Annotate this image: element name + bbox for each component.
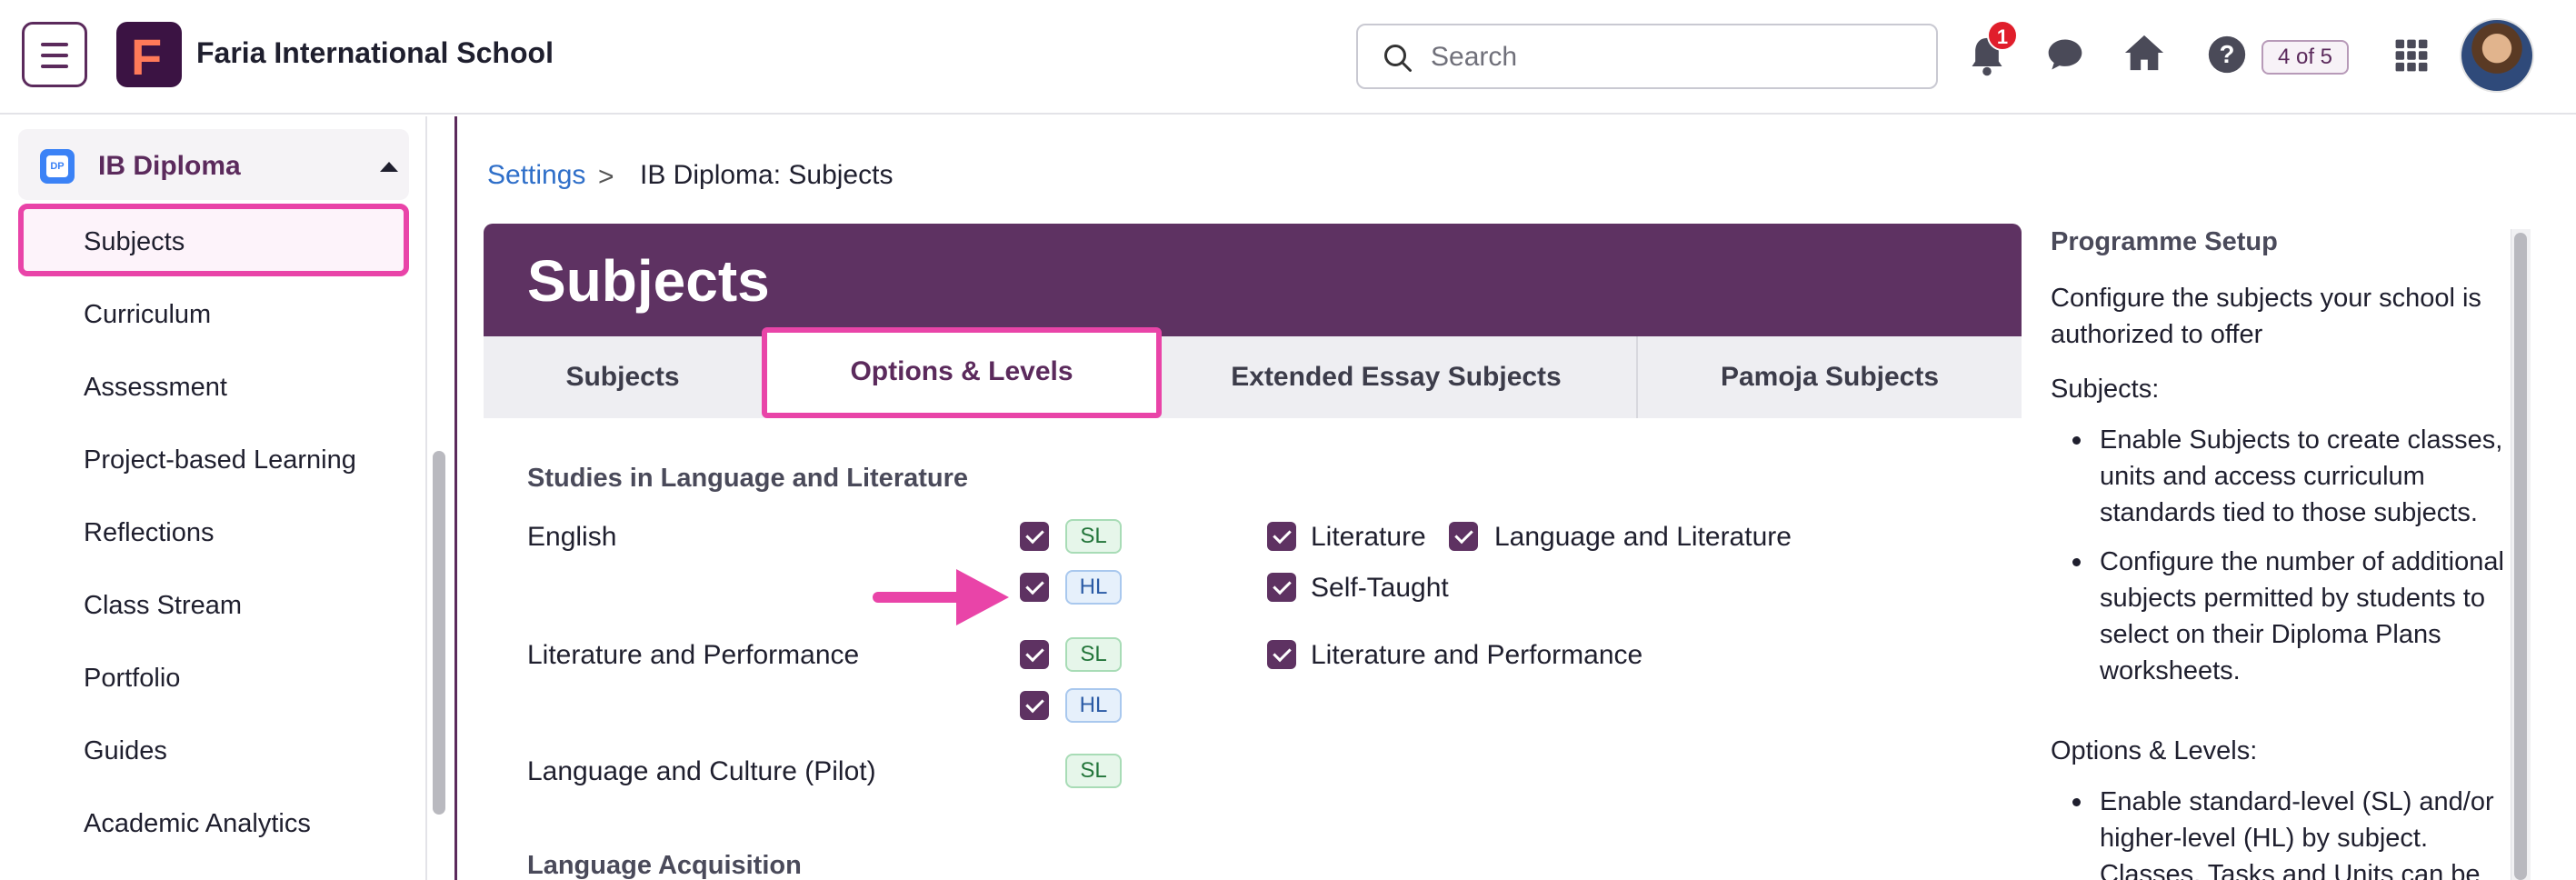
help-bullet: Enable Subjects to create classes, units… — [2072, 422, 2509, 531]
sidebar-item-guides[interactable]: Guides — [84, 736, 167, 766]
tab-options-levels[interactable]: Options & Levels — [762, 327, 1162, 418]
option-label: Literature and Performance — [1311, 640, 1643, 670]
hl-level-badge: HL — [1065, 570, 1122, 605]
programme-icon-text: DP — [46, 155, 68, 177]
sidebar-item-project-based-learning[interactable]: Project-based Learning — [84, 445, 356, 475]
tab-bar: Subjects Options & Levels Extended Essay… — [484, 327, 2022, 418]
tab-extended-essay-subjects[interactable]: Extended Essay Subjects — [1162, 336, 1631, 418]
sidebar-item-academic-analytics[interactable]: Academic Analytics — [84, 809, 311, 839]
search-icon — [1384, 45, 1412, 72]
hamburger-menu-button[interactable] — [22, 22, 87, 87]
help-options-heading: Options & Levels: — [2051, 736, 2258, 765]
page-header: Subjects — [484, 224, 2022, 336]
hl-checkbox[interactable] — [1020, 691, 1049, 720]
hl-checkbox[interactable] — [1020, 573, 1049, 602]
sidebar-item-assessment[interactable]: Assessment — [84, 373, 227, 403]
sl-checkbox[interactable] — [1020, 522, 1049, 551]
pointer-arrow-icon — [873, 569, 1009, 625]
option-checkbox[interactable] — [1267, 522, 1296, 551]
programme-header[interactable]: DP IB Diploma — [18, 129, 409, 200]
help-icon[interactable]: ? — [2207, 35, 2247, 75]
help-subjects-heading: Subjects: — [2051, 375, 2160, 404]
hamburger-line — [41, 65, 68, 68]
subject-name: Literature and Performance — [527, 640, 860, 670]
search-box[interactable] — [1356, 24, 1938, 89]
sidebar: DP IB Diploma Subjects Curriculum Assess… — [0, 116, 427, 880]
tab-pamoja-subjects[interactable]: Pamoja Subjects — [1638, 336, 2022, 418]
group-title-language-literature: Studies in Language and Literature — [527, 464, 969, 493]
top-bar: F Faria International School 1 ? 4 of 5 — [0, 0, 2576, 115]
option-label: Language and Literature — [1494, 522, 1792, 552]
user-avatar[interactable] — [2460, 18, 2534, 93]
programme-icon: DP — [40, 149, 75, 184]
sidebar-item-class-stream[interactable]: Class Stream — [84, 591, 242, 621]
content-divider — [454, 116, 457, 880]
programme-label: IB Diploma — [98, 151, 241, 181]
tab-subjects[interactable]: Subjects — [484, 336, 762, 418]
sidebar-scrollbar[interactable] — [433, 451, 445, 815]
hamburger-line — [41, 43, 68, 46]
option-label: Self-Taught — [1311, 573, 1449, 603]
group-title-language-acquisition: Language Acquisition — [527, 851, 802, 880]
sl-level-badge: SL — [1065, 754, 1122, 788]
progress-counter[interactable]: 4 of 5 — [2261, 40, 2349, 75]
option-checkbox[interactable] — [1267, 640, 1296, 669]
option-checkbox[interactable] — [1267, 573, 1296, 602]
help-intro: Configure the subjects your school is au… — [2051, 284, 2481, 349]
sidebar-item-subjects[interactable]: Subjects — [84, 227, 185, 257]
sidebar-item-curriculum[interactable]: Curriculum — [84, 300, 211, 330]
option-checkbox[interactable] — [1449, 522, 1478, 551]
options-levels-panel: Studies in Language and Literature Engli… — [484, 418, 2022, 880]
caret-up-icon — [380, 162, 398, 172]
help-panel: Programme Setup Configure the subjects y… — [2023, 224, 2514, 880]
hl-level-badge: HL — [1065, 688, 1122, 723]
school-logo[interactable]: F — [116, 22, 182, 87]
search-input[interactable] — [1431, 38, 1903, 76]
option-label: Literature — [1311, 522, 1426, 552]
home-icon[interactable] — [2123, 33, 2165, 73]
help-panel-scrollbar[interactable] — [2514, 233, 2527, 880]
breadcrumb-current: IB Diploma: Subjects — [640, 160, 894, 190]
sidebar-item-portfolio[interactable]: Portfolio — [84, 664, 180, 694]
help-panel-title: Programme Setup — [2051, 227, 2278, 256]
breadcrumb-settings-link[interactable]: Settings — [487, 160, 585, 191]
chat-icon[interactable] — [2045, 35, 2085, 75]
sl-level-badge: SL — [1065, 637, 1122, 672]
sl-level-badge: SL — [1065, 519, 1122, 554]
page-title: Subjects — [527, 248, 770, 314]
breadcrumb-chevron-icon: > — [598, 162, 614, 192]
sidebar-item-reflections[interactable]: Reflections — [84, 518, 214, 548]
sl-checkbox[interactable] — [1020, 640, 1049, 669]
help-bullet: Configure the number of additional subje… — [2072, 544, 2509, 689]
logo-letter: F — [131, 28, 163, 85]
help-bullet: Enable standard-level (SL) and/or higher… — [2072, 784, 2509, 880]
tab-options-levels-label: Options & Levels — [850, 356, 1073, 386]
svg-text:?: ? — [2220, 40, 2235, 68]
apps-grid-icon[interactable] — [2394, 38, 2429, 73]
sidebar-item-subjects-highlight — [18, 204, 409, 276]
subject-name: English — [527, 522, 617, 552]
subject-name: Language and Culture (Pilot) — [527, 756, 876, 786]
school-name[interactable]: Faria International School — [196, 36, 554, 70]
hamburger-line — [41, 54, 68, 57]
notification-badge: 1 — [1987, 20, 2018, 51]
